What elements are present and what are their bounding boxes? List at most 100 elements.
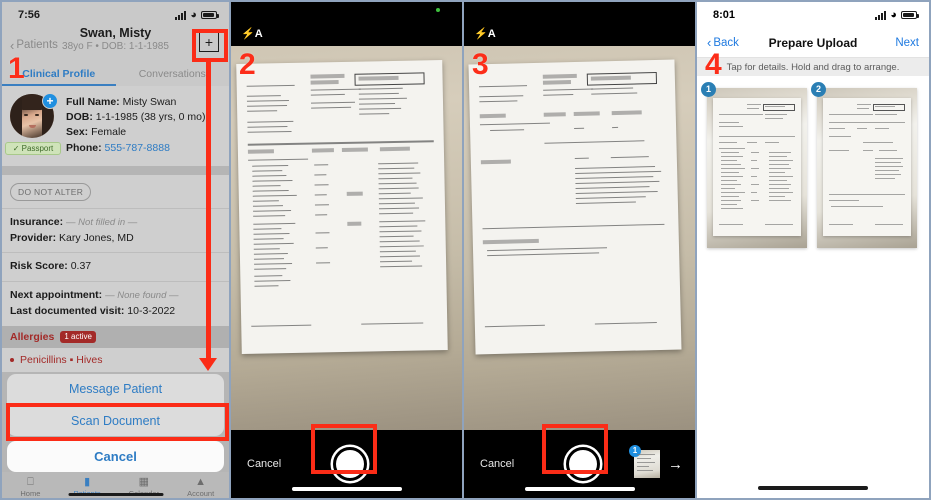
action-message-patient[interactable]: Message Patient	[7, 374, 224, 405]
passport-badge: ✓ Passport	[5, 142, 61, 155]
hint-text: Tap for details. Hold and drag to arrang…	[697, 58, 929, 76]
provider-label: Provider:	[10, 231, 57, 244]
status-time: 8:01	[713, 9, 736, 21]
camera-preview	[464, 46, 695, 430]
dob-label: DOB:	[66, 111, 93, 124]
page-order-badge: 1	[701, 82, 716, 97]
status-bar: 7:56 ◕	[2, 2, 229, 28]
annotation-line	[206, 60, 211, 360]
step-number-1: 1	[8, 52, 25, 85]
next-appointment-label: Next appointment:	[10, 289, 103, 302]
phone-row: Phone: 555-787-8888	[66, 141, 221, 156]
scanned-page-thumbnail[interactable]: 1	[701, 82, 807, 248]
next-appointment-value: — None found —	[105, 290, 179, 302]
calendar-icon: ▦	[138, 475, 150, 488]
do-not-alter-chip: DO NOT ALTER	[10, 182, 92, 201]
patients-icon: ▮	[84, 475, 91, 488]
camera-preview	[231, 46, 462, 430]
tab-home-label: Home	[20, 488, 41, 498]
do-not-alter-row: DO NOT ALTER	[2, 174, 229, 208]
scanned-pages-grid: 1 2	[697, 76, 929, 260]
camera-top-bar: ⚡A	[464, 2, 695, 46]
annotation-box-shutter	[542, 424, 608, 474]
tab-account[interactable]: ▲ Account	[172, 475, 229, 498]
flash-auto-icon[interactable]: ⚡A	[241, 29, 263, 40]
next-arrow-icon[interactable]: →	[668, 457, 683, 472]
next-button[interactable]: Next	[895, 37, 919, 49]
status-time: 7:56	[18, 9, 41, 21]
step-number-4: 4	[705, 48, 722, 81]
appointment-row: Next appointment: — None found — Last do…	[2, 281, 229, 326]
insurance-label: Insurance:	[10, 215, 64, 228]
home-indicator	[68, 493, 163, 496]
annotation-arrow-down	[199, 358, 217, 371]
captured-thumbnail[interactable]: 1	[629, 445, 660, 478]
annotation-box-scan-document	[6, 403, 229, 441]
risk-value: 0.37	[70, 260, 92, 273]
dob-value: 1-1-1985 (38 yrs, 0 mo)	[95, 111, 206, 124]
panel-prepare-upload: 8:01 ◕ ‹ Back Prepare Upload Next Tap fo…	[697, 0, 931, 500]
insurance-provider-row: Insurance: — Not filled in — Provider: K…	[2, 207, 229, 253]
bullet-icon	[10, 357, 14, 362]
battery-icon	[201, 11, 219, 19]
risk-score-row: Risk Score: 0.37	[2, 252, 229, 282]
sex-value: Female	[91, 126, 127, 139]
camera-top-bar: ⚡A	[231, 2, 462, 46]
full-name-row: Full Name: Misty Swan	[66, 95, 221, 110]
risk-label: Risk Score:	[10, 260, 68, 273]
wifi-icon: ◕	[890, 8, 897, 21]
nav-bar: ‹ Back Prepare Upload Next	[697, 28, 929, 58]
cellular-bars-icon	[175, 10, 187, 20]
full-name-label: Full Name:	[66, 96, 120, 108]
camera-cancel-button[interactable]: Cancel	[247, 458, 317, 470]
captured-count-badge: 1	[629, 445, 641, 457]
cellular-bars-icon	[875, 10, 887, 20]
annotation-box-shutter	[311, 424, 377, 474]
page-order-badge: 2	[811, 82, 826, 97]
phone-value[interactable]: 555-787-8888	[105, 142, 170, 154]
home-indicator	[758, 486, 868, 490]
profile-tabs: Clinical Profile Conversations	[2, 62, 229, 86]
scanned-page-thumbnail[interactable]: 2	[811, 82, 917, 248]
status-bar: 8:01 ◕	[697, 2, 929, 28]
tab-conversations[interactable]: Conversations	[116, 62, 230, 86]
page-title: Prepare Upload	[768, 35, 858, 50]
panel-camera-first-capture: ⚡A Cancel 2	[231, 0, 464, 500]
document-page-1	[236, 60, 448, 354]
annotation-box-plus-button	[192, 29, 228, 62]
dob-row: DOB: 1-1-1985 (38 yrs, 0 mo)	[66, 110, 221, 125]
flash-auto-icon[interactable]: ⚡A	[474, 29, 496, 40]
wifi-icon: ◕	[190, 8, 197, 21]
action-cancel[interactable]: Cancel	[7, 441, 224, 472]
panel-camera-second-capture: ⚡A Cancel 1 → 3	[464, 0, 697, 500]
home-indicator	[291, 487, 402, 491]
allergy-list-item[interactable]: Penicillins ▪ Hives	[2, 347, 229, 372]
provider-value: Kary Jones, MD	[59, 231, 134, 244]
step-number-2: 2	[239, 48, 256, 81]
allergies-title: Allergies	[10, 330, 55, 343]
account-icon: ▲	[195, 475, 207, 488]
home-indicator	[524, 487, 635, 491]
camera-cancel-button[interactable]: Cancel	[480, 458, 550, 470]
step-number-3: 3	[472, 48, 489, 81]
allergy-text: Penicillins ▪ Hives	[20, 353, 103, 366]
tab-home[interactable]: ⎕ Home	[2, 475, 59, 498]
last-visit-label: Last documented visit:	[10, 304, 125, 317]
chevron-left-icon: ‹	[10, 37, 15, 53]
screenshot-board: 1 7:56 ◕ ‹ Patients Swan, Misty 38yo F •…	[0, 0, 931, 500]
avatar-add-icon[interactable]: +	[42, 93, 58, 109]
sex-label: Sex:	[66, 126, 89, 139]
allergies-header: Allergies 1 active	[2, 325, 229, 348]
insurance-value: — Not filled in —	[66, 216, 138, 228]
patient-header-card: + ✓ Passport Full Name: Misty Swan DOB: …	[2, 86, 229, 166]
tab-account-label: Account	[187, 488, 215, 498]
sex-row: Sex: Female	[66, 125, 221, 140]
panel-patient-profile: 1 7:56 ◕ ‹ Patients Swan, Misty 38yo F •…	[0, 0, 231, 500]
back-label: Patients	[16, 39, 58, 51]
last-visit-value: 10-3-2022	[127, 304, 176, 317]
divider	[2, 165, 229, 175]
allergies-count-badge: 1 active	[60, 330, 96, 343]
full-name-value: Misty Swan	[122, 96, 177, 108]
back-button[interactable]: ‹ Patients	[10, 39, 58, 52]
home-icon: ⎕	[27, 475, 34, 488]
